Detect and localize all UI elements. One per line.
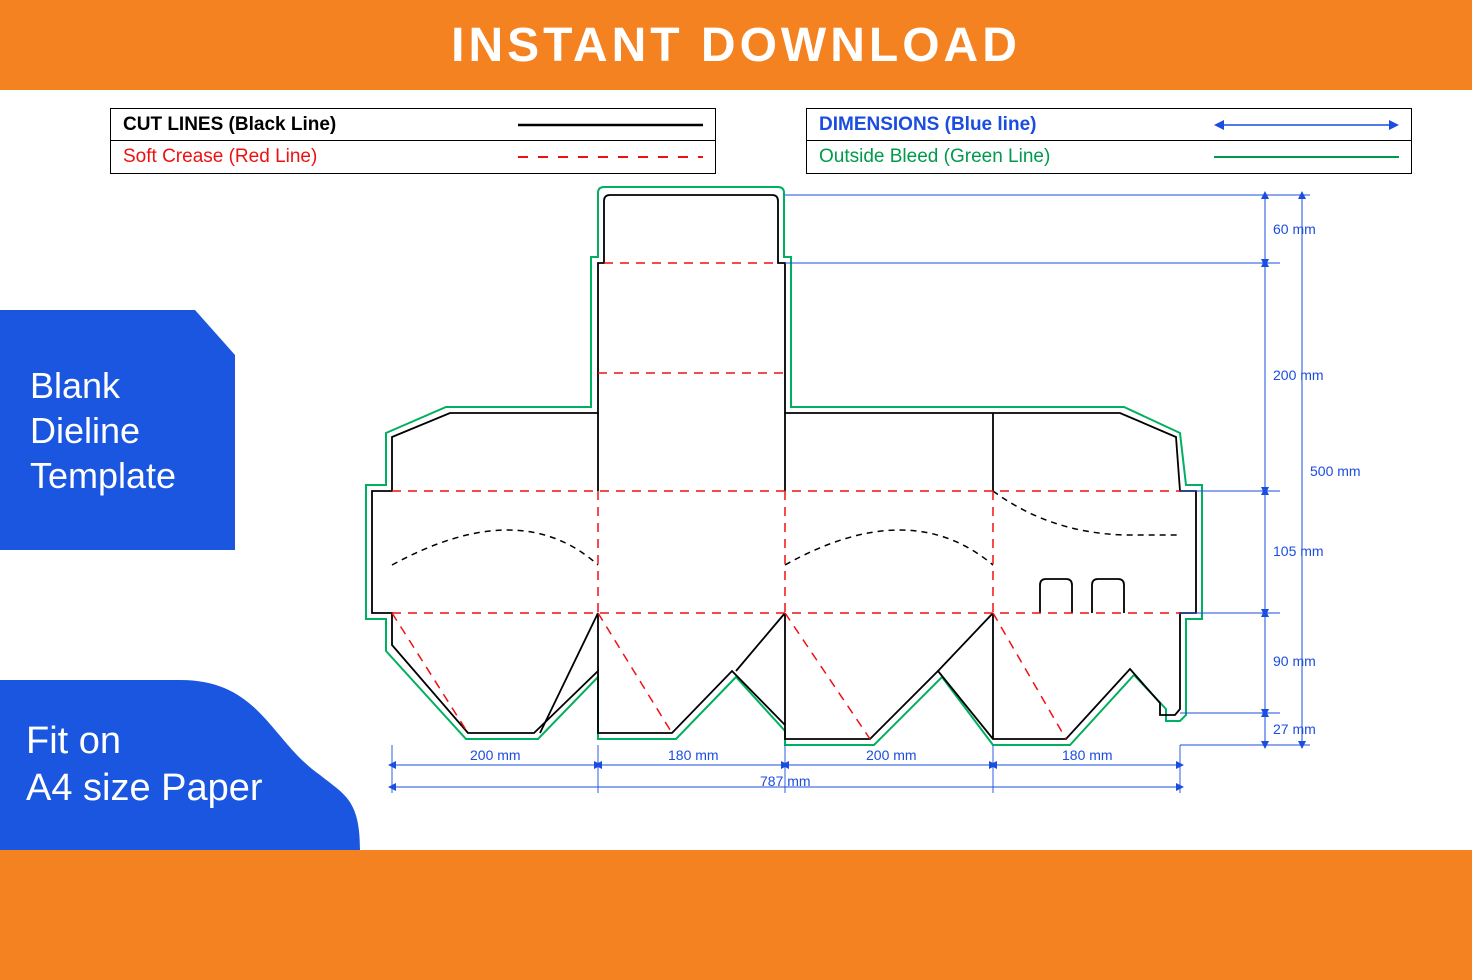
black-dash-guides <box>392 491 1180 565</box>
dieline-diagram: 60 mm 200 mm 105 mm 90 mm 27 mm 500 mm 2… <box>280 185 1380 805</box>
badge2-line1: Fit on <box>26 718 263 766</box>
legend-dim-label: DIMENSIONS (Blue line) <box>819 114 1214 136</box>
badge1-line3: Template <box>30 453 176 498</box>
badge1-line1: Blank <box>30 363 176 408</box>
legend-bleed-label: Outside Bleed (Green Line) <box>819 146 1214 168</box>
dim-105mm: 105 mm <box>1273 543 1324 559</box>
legend-cut-sample <box>518 116 703 134</box>
dieline-svg <box>280 185 1380 805</box>
dim-60mm: 60 mm <box>1273 221 1316 237</box>
legend-bleed-sample <box>1214 148 1399 166</box>
dim-200mm-a: 200 mm <box>470 747 521 763</box>
legend-crease: Soft Crease (Red Line) <box>111 141 715 173</box>
crease-lines <box>392 263 1180 739</box>
legend-right: DIMENSIONS (Blue line) Outside Bleed (Gr… <box>806 108 1412 174</box>
badge1-line2: Dieline <box>30 408 176 453</box>
legend-dim: DIMENSIONS (Blue line) <box>807 109 1411 141</box>
dim-180mm-b: 180 mm <box>1062 747 1113 763</box>
cut-outline <box>372 195 1196 739</box>
legend: CUT LINES (Black Line) Soft Crease (Red … <box>110 108 1412 174</box>
badge2-line2: A4 size Paper <box>26 765 263 813</box>
dim-500mm: 500 mm <box>1310 463 1361 479</box>
badge-dieline-template: Blank Dieline Template <box>0 310 235 550</box>
legend-cut: CUT LINES (Black Line) <box>111 109 715 141</box>
top-banner-text: INSTANT DOWNLOAD <box>451 18 1021 73</box>
legend-crease-sample <box>518 148 703 166</box>
dim-90mm: 90 mm <box>1273 653 1316 669</box>
dim-787mm: 787 mm <box>760 773 811 789</box>
dim-27mm: 27 mm <box>1273 721 1316 737</box>
bleed-outline <box>366 187 1202 745</box>
legend-left: CUT LINES (Black Line) Soft Crease (Red … <box>110 108 716 174</box>
legend-crease-label: Soft Crease (Red Line) <box>123 146 518 168</box>
dim-200mm-v: 200 mm <box>1273 367 1324 383</box>
dimension-extensions <box>392 195 1310 793</box>
legend-dim-sample <box>1214 116 1399 134</box>
dim-200mm-b: 200 mm <box>866 747 917 763</box>
bottom-banner <box>0 850 1472 980</box>
badge1-text: Blank Dieline Template <box>0 363 176 498</box>
badge2-text: Fit on A4 size Paper <box>0 718 263 813</box>
legend-bleed: Outside Bleed (Green Line) <box>807 141 1411 173</box>
legend-cut-label: CUT LINES (Black Line) <box>123 114 518 136</box>
top-banner: INSTANT DOWNLOAD <box>0 0 1472 90</box>
dim-180mm-a: 180 mm <box>668 747 719 763</box>
